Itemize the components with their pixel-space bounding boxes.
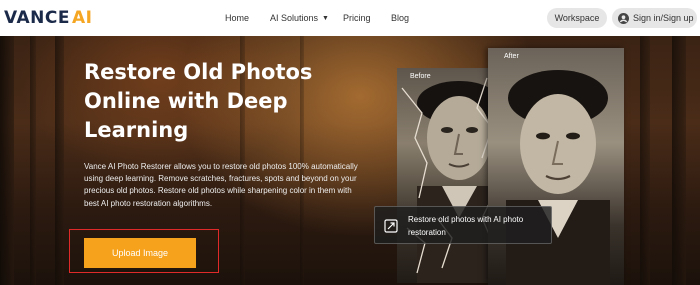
logo-text-vance: VANCE: [4, 8, 70, 28]
caption-text: Restore old photos with AI photo restora…: [408, 215, 524, 237]
top-navbar: VANCE AI Home AI Solutions ▼ Pricing Blog…: [0, 0, 700, 36]
nav-link-ai-solutions[interactable]: AI Solutions ▼: [270, 11, 329, 26]
tree-decoration: [55, 36, 64, 285]
nav-link-home[interactable]: Home: [225, 11, 249, 25]
hero-section: Restore Old Photos Online with Deep Lear…: [0, 36, 700, 285]
hero-description: Vance AI Photo Restorer allows you to re…: [84, 162, 358, 208]
workspace-button[interactable]: Workspace: [547, 8, 607, 28]
restore-caption-card[interactable]: Restore old photos with AI photo restora…: [374, 206, 552, 244]
tree-decoration: [672, 36, 686, 285]
after-photo: After: [488, 48, 624, 285]
after-label: After: [504, 53, 519, 60]
vanceai-logo[interactable]: VANCE AI: [4, 8, 92, 28]
nav-link-pricing[interactable]: Pricing: [343, 11, 371, 25]
chevron-down-icon: ▼: [322, 15, 329, 22]
user-icon: [618, 12, 629, 24]
tree-decoration: [0, 36, 14, 285]
signin-label: Sign in/Sign up: [633, 13, 694, 23]
hero-title: Restore Old Photos Online with Deep Lear…: [84, 60, 313, 142]
nav-link-ai-solutions-label: AI Solutions: [270, 13, 319, 23]
upload-image-button[interactable]: Upload Image: [84, 238, 196, 268]
expand-icon: [384, 219, 398, 233]
logo-text-ai: AI: [71, 8, 93, 28]
tree-decoration: [30, 36, 36, 285]
before-label: Before: [410, 73, 431, 80]
signin-button[interactable]: Sign in/Sign up: [612, 8, 697, 28]
tree-decoration: [640, 36, 650, 285]
after-portrait-image: [506, 70, 610, 285]
nav-link-blog[interactable]: Blog: [391, 11, 409, 25]
